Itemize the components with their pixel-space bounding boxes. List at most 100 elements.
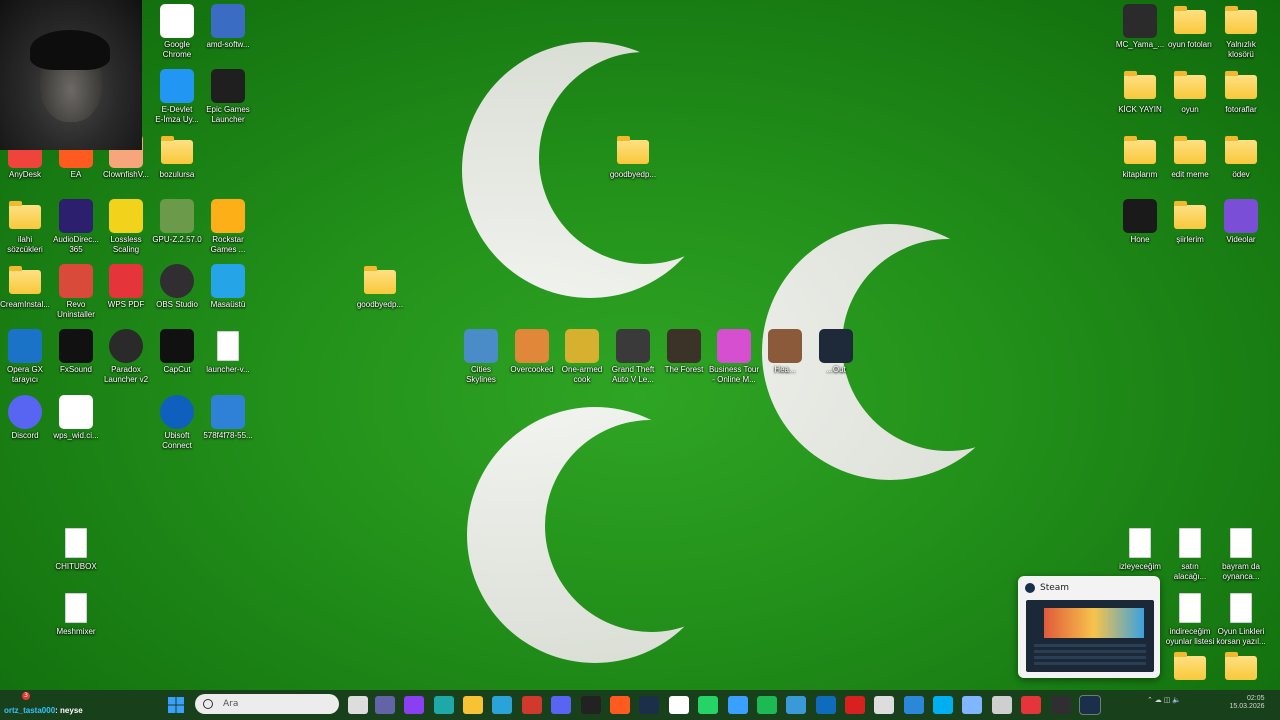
desktop-icon[interactable]: Grand Theft Auto V Le...: [608, 329, 658, 389]
skype-icon[interactable]: [933, 696, 953, 714]
desktop-icon[interactable]: 578f4f78-55...: [203, 395, 253, 455]
discord-icon[interactable]: [551, 696, 571, 714]
desktop-icon[interactable]: Hea...: [760, 329, 810, 389]
desktop-icon[interactable]: ödev: [1216, 134, 1266, 194]
system-tray[interactable]: ⌃ ☁ ◫ 🔈: [1147, 696, 1181, 704]
desktop-icon[interactable]: KİCK YAYIN: [1115, 69, 1165, 129]
desktop-icon[interactable]: Google Chrome: [152, 4, 202, 64]
desktop-icon[interactable]: wps_wid.ci...: [51, 395, 101, 455]
desktop-icon[interactable]: şiirlerim: [1165, 199, 1215, 259]
steam-preview-thumbnail[interactable]: [1026, 600, 1154, 672]
document-icon: [1179, 528, 1201, 558]
desktop-icon[interactable]: Rockstar Games ...: [203, 199, 253, 259]
app-icon[interactable]: [786, 696, 806, 714]
desktop-icon-label: CHITUBOX: [55, 562, 97, 571]
desktop-icon[interactable]: Lossless Scaling: [101, 199, 151, 259]
desktop-icon[interactable]: launcher-v...: [203, 329, 253, 389]
store-icon[interactable]: [904, 696, 924, 714]
steam-icon[interactable]: [639, 696, 659, 714]
media-icon[interactable]: [404, 696, 424, 714]
epic-games-icon: [211, 69, 245, 103]
app-red-icon[interactable]: [845, 696, 865, 714]
amd-installer-icon: [211, 4, 245, 38]
desktop-icon[interactable]: Epic Games Launcher: [203, 69, 253, 129]
folder-icon: [364, 266, 396, 294]
obs-icon[interactable]: [1051, 696, 1071, 714]
revo-uninstaller-icon: [59, 264, 93, 298]
spotify-icon[interactable]: [757, 696, 777, 714]
desktop-icon[interactable]: WPS PDF: [101, 264, 151, 324]
folder-icon: [1225, 652, 1257, 680]
desktop-icon[interactable]: Masaüstü: [203, 264, 253, 324]
taskbar-clock[interactable]: 02:05 15.03.2026: [1229, 695, 1264, 711]
edge-icon[interactable]: [434, 696, 454, 714]
desktop-icon[interactable]: Revo Uninstaller: [51, 264, 101, 324]
desktop-icon[interactable]: Yalnızlık klosörü: [1216, 4, 1266, 64]
desktop-icon[interactable]: amd-softw...: [203, 4, 253, 64]
desktop-icon[interactable]: Ubisoft Connect: [152, 395, 202, 455]
desktop-icon[interactable]: kitaplarım: [1115, 134, 1165, 194]
teams-icon[interactable]: [375, 696, 395, 714]
desktop-icon[interactable]: Opera GX tarayıcı: [0, 329, 50, 389]
ubisoft-icon: [160, 395, 194, 429]
document-icon: [65, 593, 87, 623]
fxsound-icon: [59, 329, 93, 363]
cube-icon[interactable]: [874, 696, 894, 714]
task-view-icon[interactable]: [348, 696, 368, 714]
desktop-icon[interactable]: Meshmixer: [51, 591, 101, 651]
desktop-icon-label: Epic Games Launcher: [206, 105, 250, 124]
desktop-icon[interactable]: bozulursa: [152, 134, 202, 194]
desktop-icon[interactable]: CapCut: [152, 329, 202, 389]
steam-active-icon[interactable]: [1079, 695, 1101, 715]
start-icon[interactable]: [166, 696, 186, 714]
folder-icon: [1225, 71, 1257, 99]
desktop-icon[interactable]: bayram da oynanca...: [1216, 526, 1266, 586]
steam-taskbar-preview[interactable]: Steam: [1018, 576, 1160, 678]
desktop-icon-label: Oyun Linkleri korsan yazıl...: [1216, 627, 1266, 646]
ea-icon[interactable]: [610, 696, 630, 714]
chat-badge: 3: [22, 692, 30, 700]
chat-message: : neyse: [55, 706, 83, 715]
folder-icon: [1174, 201, 1206, 229]
app-icon[interactable]: [492, 696, 512, 714]
desktop-icon[interactable]: edit meme: [1165, 134, 1215, 194]
desktop-icon[interactable]: CHITUBOX: [51, 526, 101, 586]
desktop-icon[interactable]: OBS Studio: [152, 264, 202, 324]
desktop-icon[interactable]: Oyun Linkleri korsan yazıl...: [1216, 591, 1266, 651]
desktop-icon[interactable]: Business Tour - Online M...: [709, 329, 759, 389]
opera-gx-icon: [8, 329, 42, 363]
chatgpt-icon[interactable]: [992, 696, 1012, 714]
one-armed-cook-icon: [565, 329, 599, 363]
desktop-icon[interactable]: oyun: [1165, 69, 1215, 129]
webcam-hair: [30, 30, 110, 70]
desktop-icon[interactable]: Paradox Launcher v2: [101, 329, 151, 389]
gta-v-icon: [616, 329, 650, 363]
epic-games-icon[interactable]: [581, 696, 601, 714]
taskbar-search[interactable]: Ara: [195, 694, 339, 714]
whatsapp-icon[interactable]: [698, 696, 718, 714]
desktop-icon[interactable]: goodbyedp...: [355, 264, 405, 324]
game-icon: [819, 329, 853, 363]
desktop-folder-icon: [211, 264, 245, 298]
desktop-icon-label: fotoraflar: [1225, 105, 1257, 114]
desktop-icon[interactable]: ...Out: [811, 329, 861, 389]
webcam-overlay: [0, 0, 142, 150]
desktop-icon[interactable]: goodbyedp...: [608, 134, 658, 194]
file-explorer-icon[interactable]: [463, 696, 483, 714]
xbox-icon[interactable]: [669, 696, 689, 714]
msi-icon[interactable]: [728, 696, 748, 714]
clock-date: 15.03.2026: [1229, 703, 1265, 710]
desktop-icon[interactable]: Discord: [0, 395, 50, 455]
desktop-icon-label: 578f4f78-55...: [203, 431, 253, 440]
desktop-icon[interactable]: Videolar: [1216, 199, 1266, 259]
record-icon[interactable]: [522, 696, 542, 714]
desktop-icon[interactable]: Cities Skylines: [456, 329, 506, 389]
desktop-icon[interactable]: fotoraflar: [1216, 69, 1266, 129]
app-icon[interactable]: [962, 696, 982, 714]
desktop-icon[interactable]: MC_Yama_...: [1115, 4, 1165, 64]
outlook-icon[interactable]: [816, 696, 836, 714]
desktop-icon[interactable]: Hone: [1115, 199, 1165, 259]
overcooked-icon: [515, 329, 549, 363]
wps-icon[interactable]: [1021, 696, 1041, 714]
folder-icon: [161, 136, 193, 164]
